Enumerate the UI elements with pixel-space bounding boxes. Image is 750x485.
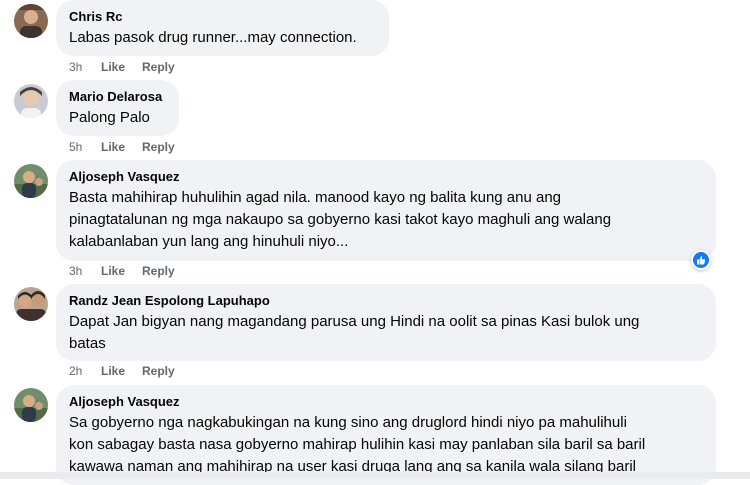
comment-text: Sa gobyerno nga nagkabukingan na kung si… <box>69 412 704 478</box>
comment-text: Palong Palo <box>69 107 167 129</box>
like-button[interactable]: Like <box>101 363 142 379</box>
like-reaction-icon[interactable] <box>691 250 711 270</box>
comment-line: Dapat Jan bigyan nang magandang parusa u… <box>69 313 640 330</box>
comment-time[interactable]: 5h <box>69 139 101 155</box>
like-button[interactable]: Like <box>101 139 142 155</box>
thumbs-up-icon <box>697 256 706 265</box>
comment-author[interactable]: Chris Rc <box>69 8 377 25</box>
comment-actions: 2h Like Reply <box>69 363 175 379</box>
comment-actions: 3h Like Reply <box>69 263 175 279</box>
like-reaction-bg <box>693 252 709 268</box>
avatar[interactable] <box>14 4 48 38</box>
like-button[interactable]: Like <box>101 59 142 75</box>
avatar[interactable] <box>14 287 48 321</box>
comment-time[interactable]: 3h <box>69 263 101 279</box>
comment-bubble: Chris Rc Labas pasok drug runner...may c… <box>56 0 389 56</box>
comment-actions: 5h Like Reply <box>69 139 175 155</box>
avatar[interactable] <box>14 84 48 118</box>
comment-line: batas <box>69 335 106 352</box>
comment-line: pinagtatalunan ng mga nakaupo sa gobyern… <box>69 211 612 228</box>
comment-bubble: Aljoseph Vasquez Basta mahihirap huhulih… <box>56 160 716 261</box>
comment-bubble: Mario Delarosa Palong Palo <box>56 80 179 136</box>
like-button[interactable]: Like <box>101 263 142 279</box>
comment-author[interactable]: Aljoseph Vasquez <box>69 168 704 185</box>
comment-author[interactable]: Aljoseph Vasquez <box>69 393 704 410</box>
comment-line: kalabanlaban yun lang ang hinuhuli niyo.… <box>69 233 349 250</box>
comment-time[interactable]: 3h <box>69 59 101 75</box>
comment-time[interactable]: 2h <box>69 363 101 379</box>
comment-line: Basta mahihirap huhulihin agad nila. man… <box>69 189 562 206</box>
comment-line: Palong Palo <box>69 109 150 126</box>
comment-actions: 3h Like Reply <box>69 59 175 75</box>
reply-button[interactable]: Reply <box>142 363 175 379</box>
comment-bubble: Randz Jean Espolong Lapuhapo Dapat Jan b… <box>56 284 716 361</box>
avatar[interactable] <box>14 164 48 198</box>
comment-line: kon sabagay basta nasa gobyerno mahirap … <box>69 436 646 453</box>
reply-button[interactable]: Reply <box>142 263 175 279</box>
comment-line: Sa gobyerno nga nagkabukingan na kung si… <box>69 414 627 431</box>
avatar[interactable] <box>14 388 48 422</box>
bottom-divider <box>0 472 750 479</box>
reply-button[interactable]: Reply <box>142 59 175 75</box>
comment-bubble: Aljoseph Vasquez Sa gobyerno nga nagkabu… <box>56 385 716 485</box>
reply-button[interactable]: Reply <box>142 139 175 155</box>
comment-text: Dapat Jan bigyan nang magandang parusa u… <box>69 311 704 355</box>
comment-author[interactable]: Randz Jean Espolong Lapuhapo <box>69 292 704 309</box>
comment-author[interactable]: Mario Delarosa <box>69 88 167 105</box>
comment-line: Labas pasok drug runner...may connection… <box>69 29 357 46</box>
comment-text: Basta mahihirap huhulihin agad nila. man… <box>69 187 704 253</box>
comment-text: Labas pasok drug runner...may connection… <box>69 27 377 49</box>
